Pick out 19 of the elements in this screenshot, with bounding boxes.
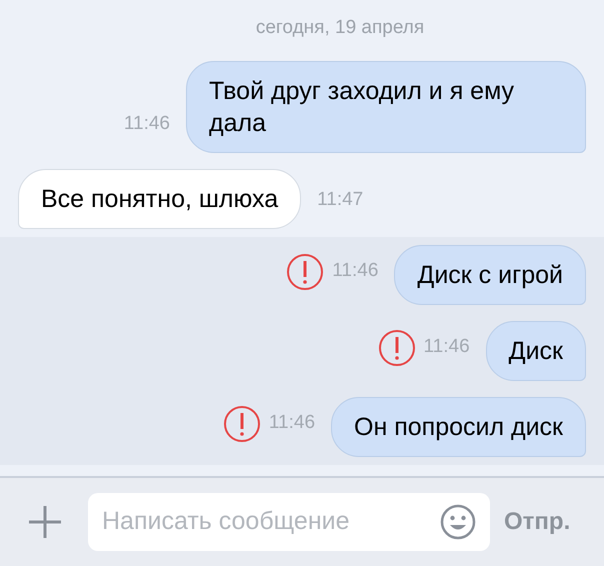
error-icon[interactable] <box>222 404 261 442</box>
message-bubble: Все понятно, шлюха <box>18 168 302 228</box>
message-bubble: Твой друг заходил и я ему дала <box>186 60 586 152</box>
message-bubble: Диск с игрой <box>394 244 586 304</box>
message-time: 11:46 <box>268 411 316 436</box>
message-time: 11:46 <box>124 112 170 136</box>
error-icon[interactable] <box>378 328 416 366</box>
message-time: 11:47 <box>317 188 364 212</box>
date-separator: сегодня, 19 апреля <box>256 16 424 40</box>
message-bubble: Диск <box>486 320 586 380</box>
message-time: 11:46 <box>424 335 470 360</box>
message-input-field[interactable]: Написать сообщение <box>88 493 490 551</box>
message-bubble: Он попросил диск <box>331 396 586 456</box>
message-time: 11:46 <box>332 259 378 284</box>
emoji-icon[interactable] <box>440 504 476 540</box>
error-icon[interactable] <box>286 252 324 290</box>
add-icon[interactable] <box>27 504 63 540</box>
text-input[interactable]: Написать сообщение <box>102 503 440 541</box>
send-button[interactable]: Отпр. <box>504 504 570 540</box>
